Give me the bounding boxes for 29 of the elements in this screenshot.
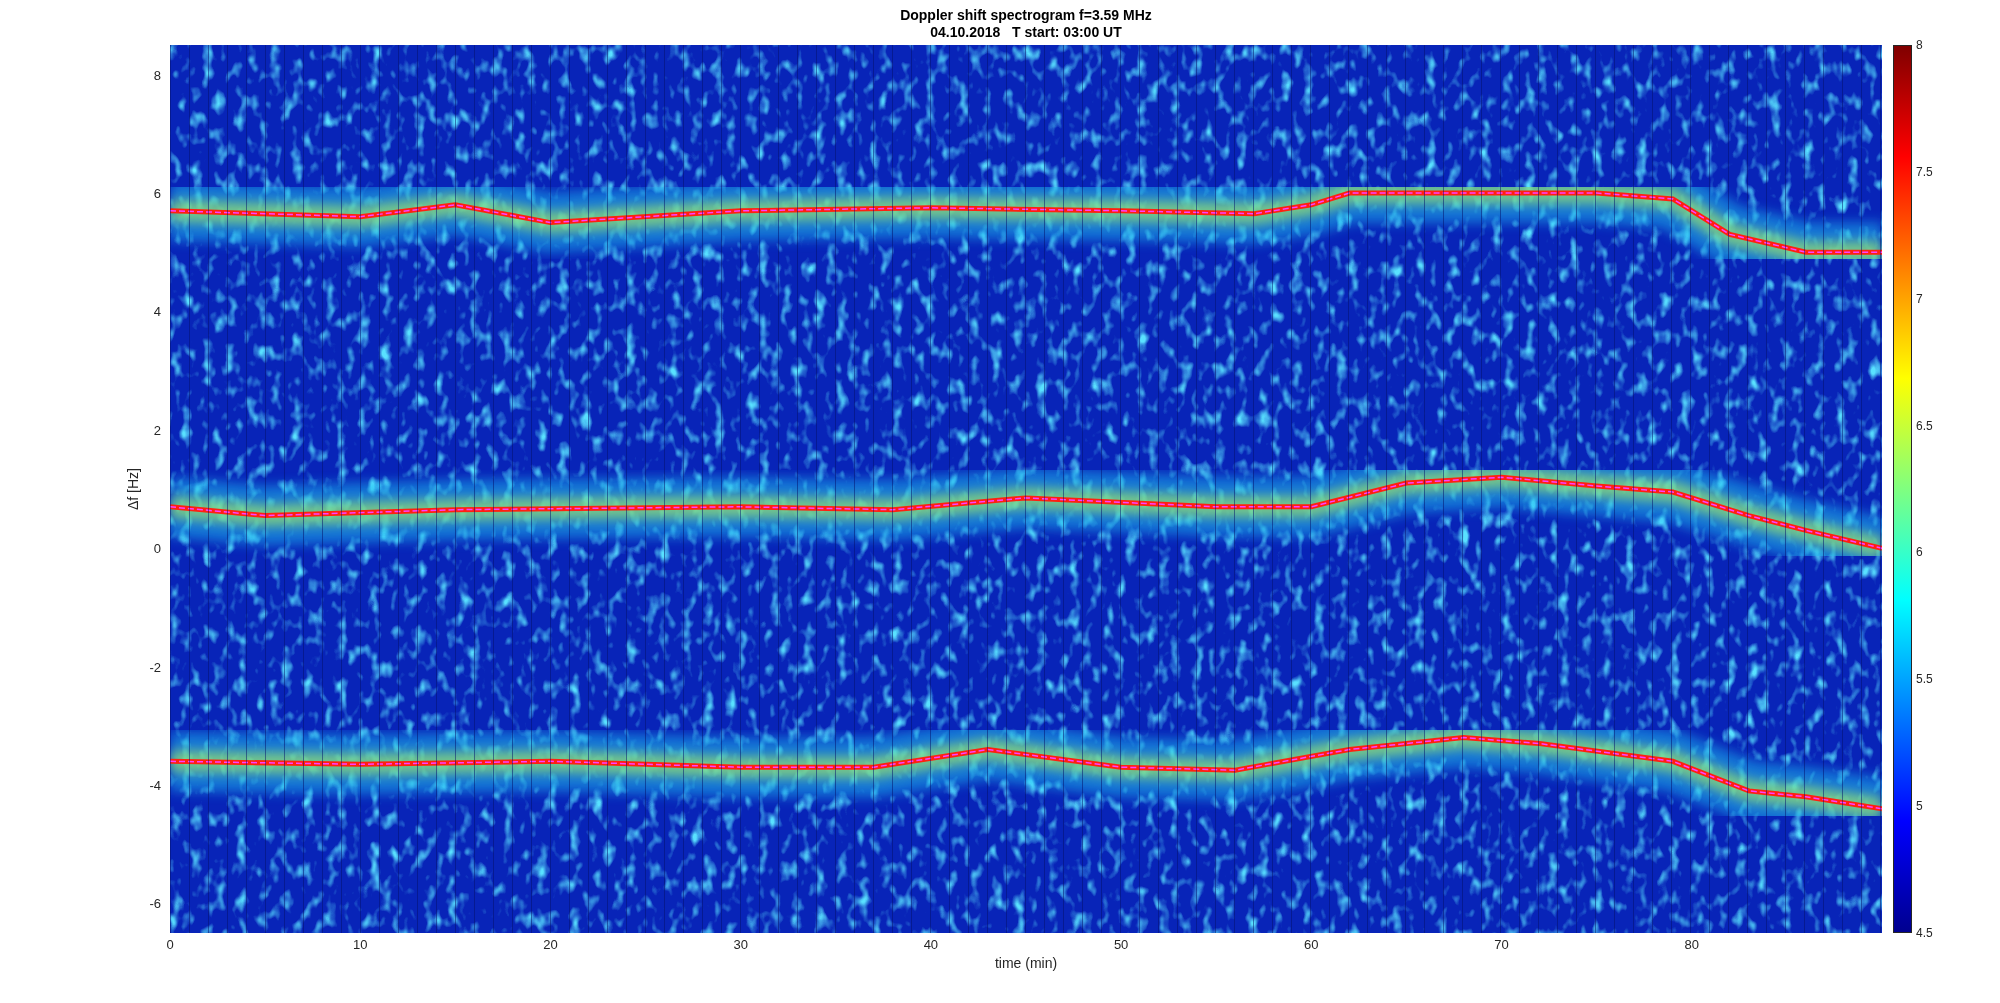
axis-tick-label: 10 [353,937,368,952]
chart-title: 04.10.2018 T start: 03:00 UT [930,24,1122,41]
axis-tick-label: 60 [1304,937,1319,952]
axis-tick-label: 30 [733,937,748,952]
chart-title: Doppler shift spectrogram f=3.59 MHz [900,7,1152,24]
axis-tick-label: 6 [1916,545,1923,560]
axis-tick-label: 8 [153,67,161,83]
axis-tick-label: 7.5 [1916,164,1933,179]
axis-tick-label: 0 [166,937,174,952]
axis-tick-label: 80 [1684,937,1699,952]
axis-tick-label: 4 [153,303,161,319]
axis-tick-label: 4.5 [1916,926,1933,940]
axis-tick-label: -4 [149,777,161,793]
axis-tick-label: 5 [1916,799,1923,814]
axis-tick-label: -6 [149,895,161,911]
axis-tick-label: 7 [1916,291,1923,306]
axis-tick-label: 6.5 [1916,418,1933,433]
axis-tick-label: 5.5 [1916,672,1933,687]
axis-tick-label: 50 [1113,937,1129,952]
axis-label: Δf [Hz] [125,468,141,510]
axis-tick-label: 6 [153,185,161,201]
axis-tick-label: 20 [543,937,558,952]
axis-label: time (min) [994,955,1058,971]
axis-tick-label: 8 [1916,38,1923,52]
axis-tick-label: 0 [153,540,161,556]
axis-tick-label: -2 [149,659,161,675]
axis-tick-label: 40 [923,937,939,952]
axis-tick-label: 70 [1494,937,1509,952]
axis-tick-label: 2 [153,422,161,438]
